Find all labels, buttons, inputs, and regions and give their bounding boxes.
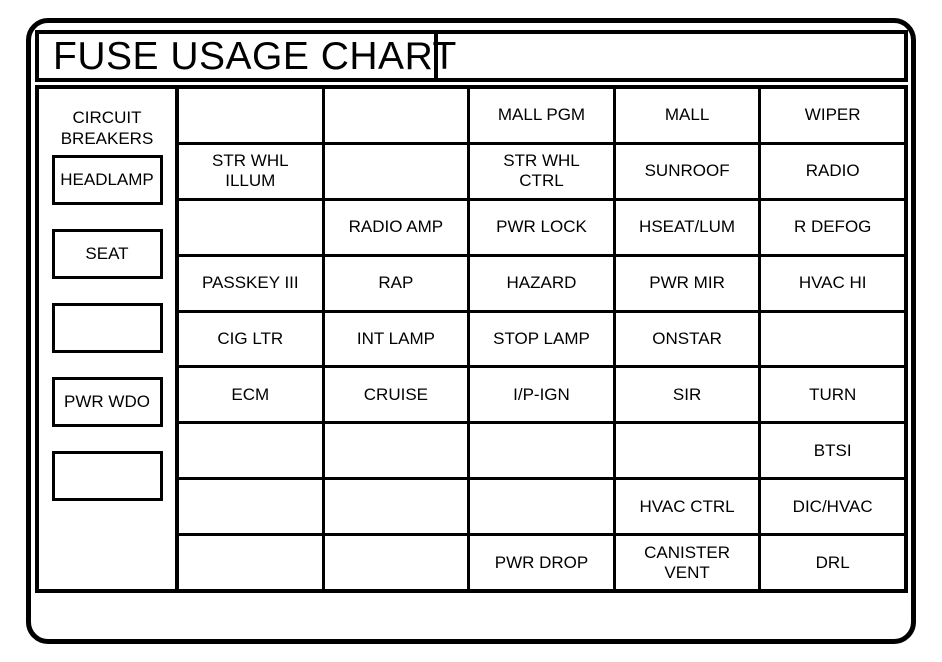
breaker-box-pwr-wdo: PWR WDO xyxy=(51,377,163,428)
fuse-cell xyxy=(325,536,468,589)
fuse-label: CRUISE xyxy=(363,384,428,404)
fuse-label: STOP LAMP xyxy=(493,328,590,348)
fuse-cell: STR WHL ILLUM xyxy=(179,145,322,201)
fuse-cell: SIR xyxy=(615,368,759,425)
fuse-chart-canvas: FUSE USAGE CHART CIRCUIT BREAKERS HEADLA… xyxy=(0,0,942,662)
fuse-label: RADIO AMP xyxy=(348,217,444,237)
fuse-label: PWR MIR xyxy=(649,273,725,293)
chart-title-cell: FUSE USAGE CHART xyxy=(39,34,456,78)
fuse-label: PASSKEY III xyxy=(201,273,299,293)
fuse-cell: MALL PGM xyxy=(470,89,613,145)
fuse-cell xyxy=(324,89,468,145)
fuse-label: MALL xyxy=(664,105,710,125)
fuse-cell: DRL xyxy=(761,536,904,589)
fuse-cell: RADIO xyxy=(761,145,904,201)
breaker-label: HEADLAMP xyxy=(60,170,154,190)
fuse-cell: DIC/HVAC xyxy=(761,480,904,537)
fuse-cell xyxy=(324,145,468,201)
fuse-column-3: RADIO AMP RAP INT LAMP CRUISE xyxy=(324,89,471,589)
fuse-label: PWR LOCK xyxy=(496,217,587,237)
fuse-cell xyxy=(179,89,322,145)
fuse-label: INT LAMP xyxy=(356,328,435,348)
fuse-cell: STOP LAMP xyxy=(470,313,613,369)
fuse-cell: CIG LTR xyxy=(179,313,322,369)
fuse-cell: HVAC HI xyxy=(761,257,904,313)
fuse-cell: INT LAMP xyxy=(324,313,468,369)
fuse-label: DIC/HVAC xyxy=(792,496,873,516)
fuse-columns-area: STR WHL ILLUM PASSKEY III CIG LTR ECM RA… xyxy=(179,89,904,589)
fuse-cell: SUNROOF xyxy=(615,145,759,201)
fuse-cell: WIPER xyxy=(761,89,904,145)
fuse-label: HVAC HI xyxy=(798,273,867,293)
fuse-label: SUNROOF xyxy=(644,161,730,181)
fuse-cell: MALL xyxy=(615,89,759,145)
fuse-cell xyxy=(179,480,322,537)
fuse-label: CANISTER VENT xyxy=(644,542,731,582)
breaker-box-empty-2 xyxy=(51,451,163,502)
circuit-breakers-heading: CIRCUIT BREAKERS xyxy=(60,108,154,148)
fuse-label: SIR xyxy=(672,384,702,404)
fuse-cell: HSEAT/LUM xyxy=(615,201,759,257)
chart-header-band: FUSE USAGE CHART xyxy=(35,30,908,82)
fuse-label: CIG LTR xyxy=(217,328,284,348)
page-title: FUSE USAGE CHART xyxy=(53,34,457,78)
fuse-cell xyxy=(615,424,759,481)
fuse-cell xyxy=(324,424,468,481)
breaker-label: SEAT xyxy=(85,244,129,264)
fuse-column-5: MALL SUNROOF HSEAT/LUM PWR MIR ONSTAR SI… xyxy=(615,89,762,589)
breaker-box-seat: SEAT xyxy=(51,229,163,280)
fuse-cell: PWR LOCK xyxy=(470,201,613,257)
fuse-grid: CIRCUIT BREAKERS HEADLAMP SEAT PWR WDO S… xyxy=(35,85,908,593)
fuse-column-2: STR WHL ILLUM PASSKEY III CIG LTR ECM xyxy=(179,89,325,589)
fuse-cell xyxy=(179,424,322,481)
fuse-label: STR WHL CTRL xyxy=(503,151,580,191)
fuse-label: MALL PGM xyxy=(497,105,586,125)
fuse-cell: CANISTER VENT xyxy=(616,536,759,589)
fuse-cell xyxy=(761,313,904,369)
fuse-cell: RADIO AMP xyxy=(324,201,468,257)
fuse-cell: HAZARD xyxy=(470,257,613,313)
fuse-cell xyxy=(470,480,613,537)
fuse-cell: PWR DROP xyxy=(470,536,613,589)
fuse-cell: PWR MIR xyxy=(615,257,759,313)
fuse-cell xyxy=(179,201,322,257)
fuse-cell: CRUISE xyxy=(324,368,468,425)
breaker-box-headlamp: HEADLAMP xyxy=(51,155,163,206)
fuse-cell: STR WHL CTRL xyxy=(470,145,613,201)
fuse-cell: BTSI xyxy=(761,424,904,481)
fuse-cell: I/P-IGN xyxy=(470,368,613,425)
fuse-column-4: MALL PGM STR WHL CTRL PWR LOCK HAZARD ST… xyxy=(470,89,616,589)
fuse-label: STR WHL ILLUM xyxy=(212,151,289,191)
fuse-cell xyxy=(179,536,322,589)
breaker-box-empty-1 xyxy=(51,303,163,354)
fuse-column-6: WIPER RADIO R DEFOG HVAC HI TURN BTSI DI… xyxy=(761,89,904,589)
fuse-label: BTSI xyxy=(813,440,852,460)
fuse-label: ONSTAR xyxy=(652,328,722,348)
fuse-cell: R DEFOG xyxy=(761,201,904,257)
breaker-label: PWR WDO xyxy=(64,392,150,412)
circuit-breaker-box-list: HEADLAMP SEAT PWR WDO xyxy=(39,155,175,502)
fuse-cell: ONSTAR xyxy=(615,313,759,369)
fuse-cell: RAP xyxy=(324,257,468,313)
fuse-cell: ECM xyxy=(179,368,322,425)
fuse-label: TURN xyxy=(809,384,857,404)
fuse-label: HVAC CTRL xyxy=(639,496,735,516)
header-blank-cell xyxy=(438,34,904,78)
fuse-label: I/P-IGN xyxy=(513,384,570,404)
circuit-breaker-panel: CIRCUIT BREAKERS HEADLAMP SEAT PWR WDO xyxy=(39,89,179,589)
fuse-label: RAP xyxy=(378,273,414,293)
fuse-cell: HVAC CTRL xyxy=(615,480,759,537)
fuse-label: HAZARD xyxy=(506,273,577,293)
fuse-label: HSEAT/LUM xyxy=(639,217,736,237)
fuse-label: R DEFOG xyxy=(793,217,872,237)
fuse-cell xyxy=(324,480,468,537)
fuse-cell: TURN xyxy=(761,368,904,425)
fuse-cell xyxy=(470,424,613,481)
fuse-label: DRL xyxy=(815,552,850,572)
fuse-label: PWR DROP xyxy=(494,552,589,572)
fuse-label: ECM xyxy=(231,384,270,404)
fuse-label: RADIO xyxy=(805,161,860,181)
fuse-cell: PASSKEY III xyxy=(179,257,322,313)
fuse-label: WIPER xyxy=(804,105,861,125)
